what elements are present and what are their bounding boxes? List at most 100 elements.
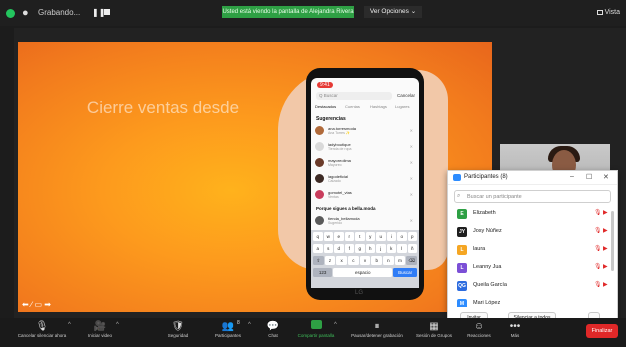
reactions-label: Reacciones xyxy=(467,333,491,338)
key: p xyxy=(407,232,417,241)
more-icon: ••• xyxy=(509,321,521,332)
phone-suggestion-row: lagodeficial Calzado ✕ xyxy=(315,173,415,185)
keyboard-row: a s d f g h j k l ñ xyxy=(313,244,417,254)
breakout-rooms-button[interactable]: ▦ Sesión de Grupos xyxy=(410,320,458,338)
video-options-caret[interactable]: ^ xyxy=(116,322,119,328)
annotation-toolbar[interactable]: ⬅ ∕ ▭ ➡ xyxy=(22,300,51,309)
reactions-button[interactable]: ☺ Reacciones xyxy=(462,320,496,338)
participant-row[interactable]: L Leanny Jua 🎙 ▶ xyxy=(454,261,612,277)
key: c xyxy=(348,256,359,265)
key: i xyxy=(386,232,396,241)
participant-avatar: L xyxy=(457,245,467,255)
view-button[interactable]: Vista xyxy=(596,9,620,16)
minimize-icon[interactable]: – xyxy=(570,173,574,180)
phone-suggestion-row: tienda_bellamoda Sugerido ✕ xyxy=(315,215,415,227)
key: y xyxy=(365,232,375,241)
phone-dismiss-icon: ✕ xyxy=(409,176,413,181)
key: o xyxy=(397,232,407,241)
record-pause-stop-icon: ⏸ xyxy=(374,321,380,332)
start-video-button[interactable]: 🎥 Iniciar video xyxy=(80,320,120,338)
phone-brand-logo: LG xyxy=(355,290,364,296)
participant-row[interactable]: QG Queila García 🎙 ▶ xyxy=(454,279,612,295)
phone-keyboard: q w e r t y u i o p a s d f g h j k l ñ … xyxy=(311,230,419,288)
phone-suggestion-sub: Ventas xyxy=(328,195,339,199)
backspace-key: ⌫ xyxy=(406,256,418,265)
grid-view-icon xyxy=(596,9,603,15)
key: l xyxy=(397,244,407,253)
video-off-icon: ▶ xyxy=(603,210,608,216)
phone-dismiss-icon: ✕ xyxy=(409,128,413,133)
mic-muted-icon: 🎙 xyxy=(594,246,602,252)
participants-title: Participantes (8) xyxy=(464,174,508,180)
screen-share-banner: Usted está viendo la pantalla de Alejand… xyxy=(222,6,354,18)
phone-avatar xyxy=(315,190,324,199)
participant-avatar: M xyxy=(457,299,467,307)
mic-muted-icon: 🎙 xyxy=(594,282,602,288)
audio-options-caret[interactable]: ^ xyxy=(68,322,71,328)
mic-muted-icon: 🎙 xyxy=(594,228,602,234)
phone-suggestion-sub: Sugerido xyxy=(328,221,343,225)
phone-search-tabs: Destacados Cuentas Hashtags Lugares xyxy=(315,104,415,111)
participant-avatar: JY xyxy=(457,227,467,237)
phone-tab: Destacados xyxy=(315,104,337,109)
share-screen-button[interactable]: Compartir pantalla xyxy=(292,320,340,338)
end-meeting-button[interactable]: Finalizar xyxy=(586,324,618,338)
participant-row[interactable]: L laura 🎙 ▶ xyxy=(454,243,612,259)
participants-icon: 👥 xyxy=(221,321,235,332)
reactions-icon: ☺ xyxy=(473,321,485,332)
video-off-icon: 🎥 xyxy=(93,321,107,332)
participant-avatar: QG xyxy=(457,281,467,291)
security-button[interactable]: 🛡 Seguridad xyxy=(158,320,198,338)
chat-button[interactable]: 💬 Chat xyxy=(258,320,288,338)
share-options-caret[interactable]: ^ xyxy=(334,322,337,328)
participants-button[interactable]: 👥 Participantes xyxy=(206,320,250,338)
participant-row[interactable]: JY Josy Núñez 🎙 ▶ xyxy=(454,225,612,241)
security-shield-icon[interactable] xyxy=(6,9,15,18)
breakout-rooms-icon: ▦ xyxy=(429,321,439,332)
participant-search-input[interactable]: Buscar un participante xyxy=(454,190,611,203)
space-key: espacio xyxy=(333,268,393,277)
participants-scrollbar[interactable] xyxy=(611,211,614,271)
more-button[interactable]: ••• Más xyxy=(502,320,528,338)
key: m xyxy=(394,256,406,265)
view-options-button[interactable]: Ver Opciones ⌄ xyxy=(364,6,422,18)
key: d xyxy=(334,244,344,253)
phone-suggestion-sub: Ana Torres ✨ xyxy=(328,131,351,135)
shield-icon: 🛡 xyxy=(171,321,185,332)
key: k xyxy=(386,244,396,253)
unmute-button[interactable]: 🎙 Cancelar silenciar ahora xyxy=(14,320,70,338)
participants-panel: Participantes (8) – ☐ ✕ ⌕ Buscar un part… xyxy=(447,170,618,326)
participant-name: Mari López xyxy=(473,300,501,306)
participant-name: Josy Núñez xyxy=(473,228,502,234)
phone-dismiss-icon: ✕ xyxy=(409,160,413,165)
meeting-toolbar: 🎙 Cancelar silenciar ahora ^ 🎥 Iniciar v… xyxy=(0,318,626,347)
key: h xyxy=(365,244,375,253)
phone-avatar xyxy=(315,216,324,225)
phone-suggestion-sub: Mayoreo xyxy=(328,163,342,167)
participants-options-caret[interactable]: ^ xyxy=(248,322,251,328)
phone-avatar xyxy=(315,142,324,151)
video-off-icon: ▶ xyxy=(603,282,608,288)
zoom-meeting-window: ● Grabando... ❚❚ Usted está viendo la pa… xyxy=(0,0,626,347)
phone-tab: Hashtags xyxy=(370,104,387,109)
key: f xyxy=(344,244,354,253)
top-bar: ● Grabando... ❚❚ Usted está viendo la pa… xyxy=(0,0,626,26)
participant-row[interactable]: E Elizabeth 🎙 ▶ xyxy=(454,207,612,223)
recording-label: Grabando... xyxy=(38,8,81,17)
key: a xyxy=(313,244,323,253)
key: j xyxy=(376,244,386,253)
key: s xyxy=(323,244,333,253)
phone-avatar xyxy=(315,174,324,183)
participant-row[interactable]: M Mari López xyxy=(454,297,612,307)
pause-stop-recording-button[interactable]: ⏸ Pausar/detener grabación xyxy=(346,320,408,338)
stop-recording-button[interactable] xyxy=(104,9,110,15)
maximize-icon[interactable]: ☐ xyxy=(586,173,592,181)
more-label: Más xyxy=(510,333,520,338)
recording-indicator-icon: ● xyxy=(22,7,29,19)
phone-suggestion-sub: Calzado xyxy=(328,179,341,183)
close-icon[interactable]: ✕ xyxy=(603,173,609,181)
keyboard-row: q w e r t y u i o p xyxy=(313,232,417,242)
key: e xyxy=(334,232,344,241)
key: q xyxy=(313,232,323,241)
participant-name: Queila García xyxy=(473,282,507,288)
